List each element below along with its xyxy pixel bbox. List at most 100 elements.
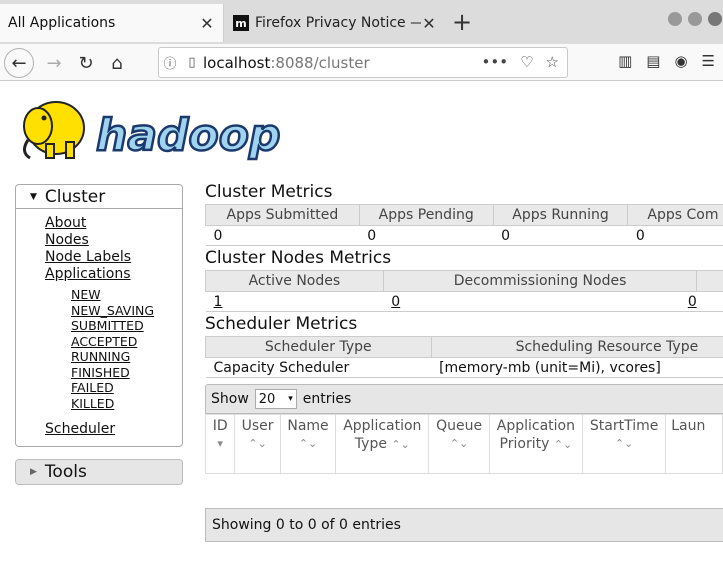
applications-table: ID ▾ User ⌃⌄ Name ⌃⌄ Application Type ⌃⌄ Que… <box>205 414 723 474</box>
account-icon[interactable]: ◉ <box>674 52 687 70</box>
url-bar[interactable]: ⓘ ▯ localhost :8088/cluster ••• ♡ ☆ <box>158 47 568 78</box>
minimize-window-icon[interactable] <box>668 12 682 26</box>
browser-nav-bar: ← → ↻ ⌂ ⓘ ▯ localhost :8088/cluster ••• … <box>0 44 723 81</box>
close-tab-icon[interactable]: ✕ <box>199 14 215 33</box>
col-apps-pending: Apps Pending <box>358 204 494 226</box>
url-path: :8088/cluster <box>270 53 370 72</box>
state-link-new-saving[interactable]: NEW_SAVING <box>71 303 182 319</box>
entries-value: 20 <box>258 391 276 407</box>
entries-select[interactable]: 20 ▾ <box>254 389 297 409</box>
page-content: hadoop ▼ Cluster About Nodes Node Labels… <box>0 82 723 565</box>
state-link-new[interactable]: NEW <box>71 287 182 303</box>
sort-icon: ⌃⌄ <box>391 438 410 451</box>
nodes-metrics-table: Active Nodes Decommissioning Nodes 1 0 0 <box>205 270 723 312</box>
sort-icon: ⌃⌄ <box>298 437 318 450</box>
apps-table-toolbar: Show 20 ▾ entries <box>205 384 723 414</box>
entries-info: Showing 0 to 0 of 0 entries <box>212 517 401 533</box>
cluster-metrics-title: Cluster Metrics <box>205 182 333 202</box>
tools-title: Tools <box>44 462 87 482</box>
app-state-links: NEW NEW_SAVING SUBMITTED ACCEPTED RUNNIN… <box>45 287 182 411</box>
state-link-accepted[interactable]: ACCEPTED <box>71 334 182 350</box>
bookmark-star-icon[interactable]: ☆ <box>546 53 559 71</box>
pocket-icon[interactable]: ♡ <box>520 53 533 71</box>
apps-running-value: 0 <box>493 225 628 246</box>
scheduling-resource-type-value: [memory-mb (unit=Mi), vcores] <box>431 357 723 378</box>
nav-link-scheduler[interactable]: Scheduler <box>45 421 182 438</box>
browser-tab-bar: All Applications ✕ m Firefox Privacy Not… <box>0 0 723 44</box>
col-apps-completed: Apps Com <box>627 204 723 226</box>
sort-icon: ▾ <box>217 437 223 450</box>
show-label: Show <box>211 391 249 407</box>
state-link-submitted[interactable]: SUBMITTED <box>71 318 182 334</box>
sidebar-toggle-icon[interactable]: ▤ <box>646 52 660 70</box>
col-scheduler-type: Scheduler Type <box>205 336 432 358</box>
apps-completed-value: 0 <box>627 225 723 246</box>
maximize-window-icon[interactable] <box>688 12 702 26</box>
nav-link-nodes[interactable]: Nodes <box>45 232 182 249</box>
page-actions-icon[interactable]: ••• <box>482 53 509 71</box>
nav-link-node-labels[interactable]: Node Labels <box>45 249 182 266</box>
col-queue[interactable]: Queue ⌃⌄ <box>428 414 490 474</box>
library-icon[interactable]: ▥ <box>618 52 632 70</box>
col-apps-submitted: Apps Submitted <box>205 204 360 226</box>
col-start-time[interactable]: StartTime ⌃⌄ <box>581 414 667 474</box>
nav-link-applications[interactable]: Applications <box>45 266 182 283</box>
state-link-killed[interactable]: KILLED <box>71 396 182 412</box>
url-host: localhost <box>203 53 271 72</box>
info-icon[interactable]: ⓘ <box>159 53 181 72</box>
sort-icon: ⌃⌄ <box>553 438 573 451</box>
tools-panel-header[interactable]: ▶ Tools <box>15 459 183 485</box>
cluster-metrics-table: Apps Submitted Apps Pending Apps Running… <box>205 204 723 246</box>
sort-icon: ⌃⌄ <box>449 437 469 450</box>
tab-all-applications[interactable]: All Applications ✕ <box>0 4 224 42</box>
sidebar: ▼ Cluster About Nodes Node Labels Applic… <box>15 184 183 485</box>
sort-icon: ⌃⌄ <box>614 437 634 450</box>
expand-down-icon: ▼ <box>30 191 37 202</box>
apps-table-footer: Showing 0 to 0 of 0 entries <box>205 508 723 542</box>
sort-icon: ⌃⌄ <box>248 437 267 450</box>
state-link-finished[interactable]: FINISHED <box>71 365 182 381</box>
state-link-failed[interactable]: FAILED <box>71 380 182 396</box>
forward-button[interactable]: → <box>39 48 69 78</box>
apps-submitted-value: 0 <box>205 225 360 246</box>
page-icon: ▯ <box>188 55 196 70</box>
logo-text: hadoop <box>96 110 280 161</box>
hadoop-logo: hadoop <box>23 101 282 162</box>
menu-icon[interactable]: ☰ <box>702 52 715 70</box>
col-id[interactable]: ID ▾ <box>205 414 236 474</box>
col-apps-running: Apps Running <box>492 204 629 226</box>
next-nodes-value[interactable]: 0 <box>688 291 723 312</box>
home-button[interactable]: ⌂ <box>102 48 132 78</box>
nav-link-about[interactable]: About <box>45 215 182 232</box>
active-nodes-value[interactable]: 1 <box>205 291 384 312</box>
apps-pending-value: 0 <box>359 225 494 246</box>
col-application-type[interactable]: Application Type ⌃⌄ <box>335 414 430 474</box>
col-scheduling-resource-type: Scheduling Resource Type <box>430 336 723 358</box>
close-window-icon[interactable] <box>708 12 722 26</box>
col-decommissioning-nodes: Decommissioning Nodes <box>382 270 698 292</box>
back-button[interactable]: ← <box>4 48 34 78</box>
state-link-running[interactable]: RUNNING <box>71 349 182 365</box>
expand-right-icon: ▶ <box>30 467 37 477</box>
col-name[interactable]: Name ⌃⌄ <box>279 414 337 474</box>
tab-title: Firefox Privacy Notice — <box>255 15 421 31</box>
scheduler-metrics-title: Scheduler Metrics <box>205 314 358 334</box>
col-application-priority[interactable]: Application Priority ⌃⌄ <box>488 414 584 474</box>
cluster-title: Cluster <box>44 186 106 207</box>
main-content: Cluster Metrics Apps Submitted Apps Pend… <box>205 180 723 542</box>
decommissioning-nodes-value[interactable]: 0 <box>383 291 697 312</box>
scheduler-type-value: Capacity Scheduler <box>205 357 432 378</box>
nodes-metrics-title: Cluster Nodes Metrics <box>205 248 392 268</box>
tab-title: All Applications <box>8 15 116 31</box>
new-tab-button[interactable]: + <box>452 8 472 36</box>
cluster-panel-header[interactable]: ▼ Cluster <box>16 185 182 209</box>
mozilla-favicon-icon: m <box>233 15 249 31</box>
entries-label: entries <box>302 391 352 407</box>
col-user[interactable]: User ⌃⌄ <box>234 414 281 474</box>
close-tab-icon[interactable]: ✕ <box>421 14 437 33</box>
col-launch-time[interactable]: Laun <box>665 414 723 474</box>
tab-firefox-privacy[interactable]: m Firefox Privacy Notice — ✕ <box>225 4 445 42</box>
col-active-nodes: Active Nodes <box>205 270 384 292</box>
cluster-panel: ▼ Cluster About Nodes Node Labels Applic… <box>15 184 183 447</box>
reload-button[interactable]: ↻ <box>71 48 101 78</box>
